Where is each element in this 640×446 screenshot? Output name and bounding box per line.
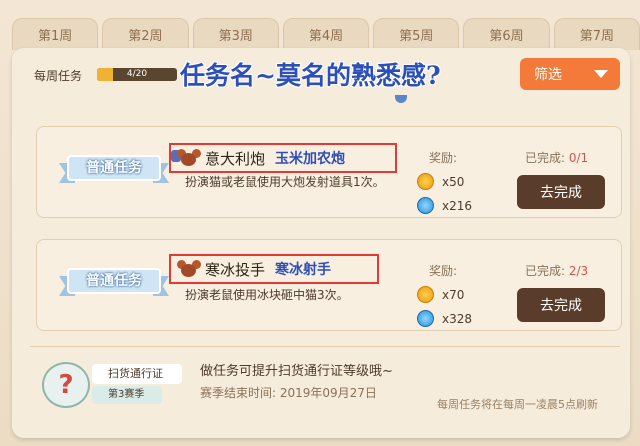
gem-amount: x328 bbox=[442, 311, 473, 326]
week-tabs: 第1周 第2周 第3周 第4周 第5周 第6周 第7周 bbox=[12, 18, 640, 50]
dropdown-arrow-icon bbox=[594, 70, 608, 78]
completion-status: 已完成: 2/3 bbox=[525, 262, 588, 279]
go-complete-button[interactable]: 去完成 bbox=[517, 288, 605, 322]
weekly-task-label: 每周任务 bbox=[34, 69, 83, 83]
task-type-label: 普通任务 bbox=[86, 273, 142, 289]
task-name-annotation: 玉米加农炮 bbox=[275, 151, 346, 167]
coin-amount: x50 bbox=[442, 174, 465, 189]
tab-week-1[interactable]: 第1周 bbox=[12, 18, 99, 50]
tab-week-3[interactable]: 第3周 bbox=[192, 18, 279, 50]
task-card: 普通任务 意大利炮 玉米加农炮 扮演猫或老鼠使用大炮发射道具1次。 奖励: x5… bbox=[36, 126, 622, 218]
tab-week-2[interactable]: 第2周 bbox=[102, 18, 189, 50]
tab-week-7[interactable]: 第7周 bbox=[553, 18, 640, 50]
refresh-note: 每周任务将在每周一凌晨5点刷新 bbox=[437, 398, 598, 411]
tab-week-5[interactable]: 第5周 bbox=[373, 18, 460, 50]
coin-icon bbox=[417, 173, 434, 190]
pass-badge[interactable]: ? 扫货通行证 第3赛季 bbox=[42, 360, 182, 408]
cat-mouse-icon bbox=[171, 148, 201, 168]
gem-reward: x216 bbox=[417, 197, 472, 214]
weekly-progress-bar: 4/20 bbox=[97, 68, 177, 81]
pass-hint-text: 做任务可提升扫货通行证等级哦~ bbox=[200, 364, 393, 379]
coin-reward: x70 bbox=[417, 286, 464, 303]
completion-count: 0/1 bbox=[568, 151, 589, 165]
task-name-annotation: 寒冰射手 bbox=[275, 262, 332, 278]
filter-label: 筛选 bbox=[534, 67, 562, 83]
task-name: 意大利炮 bbox=[205, 149, 266, 168]
gem-icon bbox=[417, 310, 434, 327]
task-name-box: 寒冰投手 寒冰射手 bbox=[169, 254, 379, 284]
footer-divider bbox=[30, 346, 620, 347]
filter-button[interactable]: 筛选 bbox=[520, 58, 620, 90]
go-complete-button[interactable]: 去完成 bbox=[517, 175, 605, 209]
pass-season: 第3赛季 bbox=[92, 386, 162, 404]
task-type-ribbon: 普通任务 bbox=[59, 262, 169, 302]
coin-reward: x50 bbox=[417, 173, 464, 190]
task-card: 普通任务 寒冰投手 寒冰射手 扮演老鼠使用冰块砸中猫3次。 奖励: x70 x3… bbox=[36, 239, 622, 331]
question-icon: ? bbox=[42, 362, 90, 408]
completion-label: 已完成: bbox=[525, 151, 566, 165]
reward-label: 奖励: bbox=[429, 264, 458, 278]
completion-status: 已完成: 0/1 bbox=[525, 149, 588, 166]
pass-title: 扫货通行证 bbox=[92, 364, 182, 384]
coin-icon bbox=[417, 286, 434, 303]
coin-amount: x70 bbox=[442, 287, 465, 302]
task-name-box: 意大利炮 玉米加农炮 bbox=[169, 143, 397, 173]
task-type-ribbon: 普通任务 bbox=[59, 149, 169, 189]
task-description: 扮演老鼠使用冰块砸中猫3次。 bbox=[185, 288, 349, 302]
progress-text: 4/20 bbox=[126, 69, 148, 79]
gem-amount: x216 bbox=[442, 198, 473, 213]
task-type-label: 普通任务 bbox=[86, 160, 142, 176]
reward-label: 奖励: bbox=[429, 151, 458, 165]
task-name: 寒冰投手 bbox=[205, 260, 266, 279]
gem-reward: x328 bbox=[417, 310, 472, 327]
completion-count: 2/3 bbox=[568, 264, 589, 278]
season-end-text: 赛季结束时间: 2019年09月27日 bbox=[200, 386, 377, 400]
mouse-icon bbox=[177, 259, 201, 279]
completion-label: 已完成: bbox=[525, 264, 566, 278]
tab-week-4[interactable]: 第4周 bbox=[282, 18, 370, 50]
tab-week-6[interactable]: 第6周 bbox=[463, 18, 550, 50]
gem-icon bbox=[417, 197, 434, 214]
overlay-caption: 任务名~莫名的熟悉感? bbox=[180, 61, 441, 90]
task-description: 扮演猫或老鼠使用大炮发射道具1次。 bbox=[185, 175, 385, 189]
